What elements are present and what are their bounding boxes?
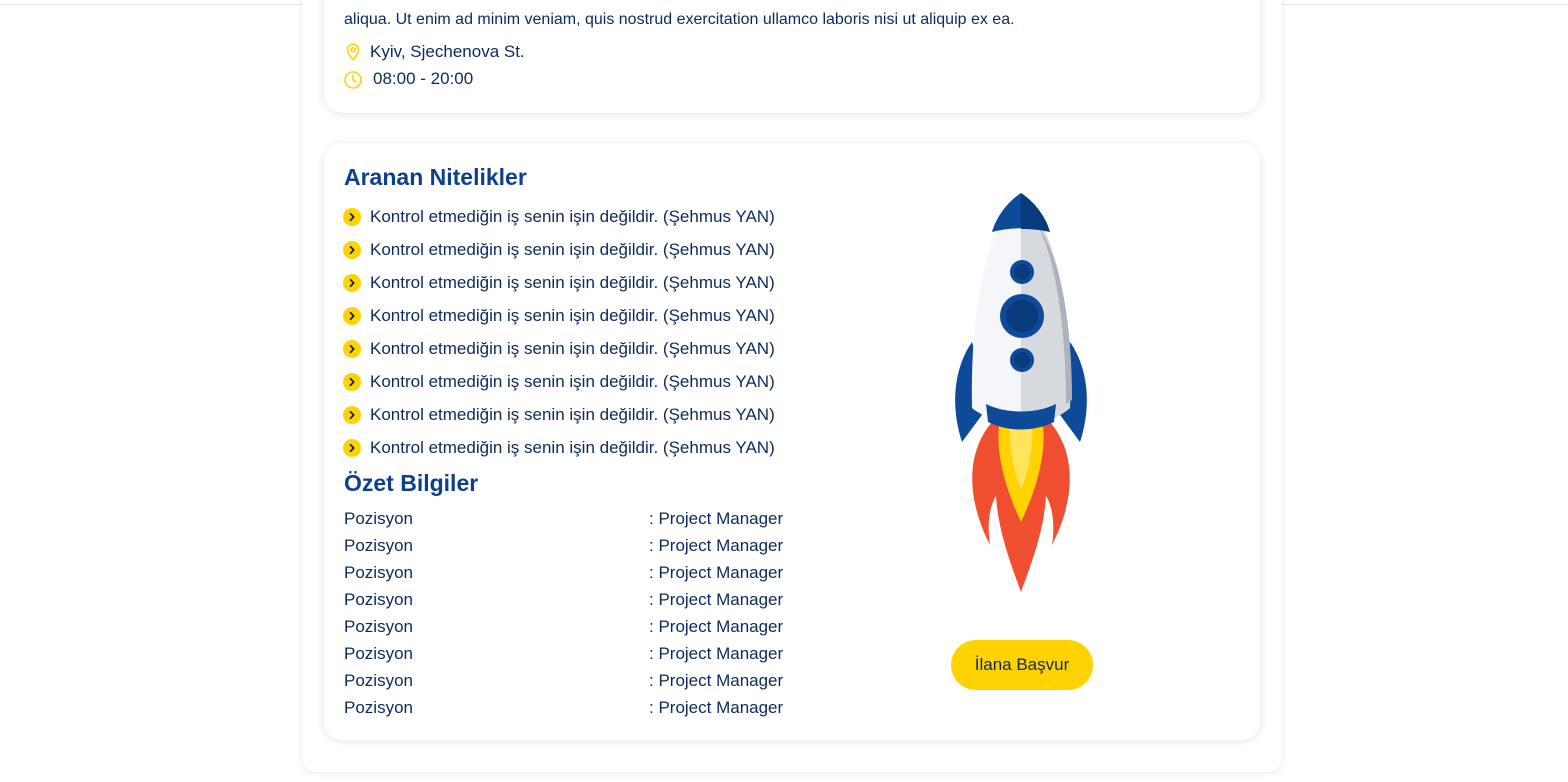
list-item: Kontrol etmediğin iş senin işin değildir…: [343, 398, 775, 431]
table-row: Pozisyon : Project Manager: [344, 613, 783, 640]
job-description: aliqua. Ut enim ad minim veniam, quis no…: [344, 11, 1015, 28]
chevron-right-circle-icon: [343, 273, 361, 292]
table-row: Pozisyon : Project Manager: [344, 505, 783, 532]
chevron-right-circle-icon: [343, 306, 361, 325]
qualification-text: Kontrol etmediğin iş senin işin değildir…: [370, 272, 775, 292]
summary-key: Pozisyon: [344, 508, 413, 528]
location-row: Kyiv, Sjechenova St.: [343, 42, 525, 62]
list-item: Kontrol etmediğin iş senin işin değildir…: [343, 200, 775, 233]
list-item: Kontrol etmediğin iş senin işin değildir…: [343, 299, 775, 332]
list-item: Kontrol etmediğin iş senin işin değildir…: [343, 266, 775, 299]
hours-text: 08:00 - 20:00: [373, 69, 474, 88]
summary-key: Pozisyon: [344, 535, 413, 555]
chevron-right-circle-icon: [343, 207, 361, 226]
table-row: Pozisyon : Project Manager: [344, 694, 783, 721]
qualification-text: Kontrol etmediğin iş senin işin değildir…: [370, 338, 775, 358]
chevron-right-circle-icon: [343, 339, 361, 358]
chevron-right-circle-icon: [343, 372, 361, 391]
qualification-text: Kontrol etmediğin iş senin işin değildir…: [370, 206, 775, 226]
summary-value: : Project Manager: [649, 643, 784, 663]
summary-title: Özet Bilgiler: [344, 470, 479, 496]
summary-key: Pozisyon: [344, 562, 413, 582]
list-item: Kontrol etmediğin iş senin işin değildir…: [343, 332, 775, 365]
map-pin-icon: [343, 42, 363, 62]
qualifications-list: Kontrol etmediğin iş senin işin değildir…: [343, 200, 775, 464]
table-row: Pozisyon : Project Manager: [344, 640, 783, 667]
apply-button[interactable]: İlana Başvur: [951, 640, 1093, 690]
table-row: Pozisyon : Project Manager: [344, 586, 783, 613]
table-row: Pozisyon : Project Manager: [344, 559, 783, 586]
rocket-illustration: [955, 193, 1087, 592]
summary-value: : Project Manager: [649, 616, 784, 636]
summary-key: Pozisyon: [344, 589, 413, 609]
summary-value: : Project Manager: [649, 562, 784, 582]
summary-key: Pozisyon: [344, 697, 413, 717]
qualifications-title: Aranan Nitelikler: [344, 164, 527, 190]
list-item: Kontrol etmediğin iş senin işin değildir…: [343, 365, 775, 398]
summary-key: Pozisyon: [344, 643, 413, 663]
qualification-text: Kontrol etmediğin iş senin işin değildir…: [370, 404, 775, 424]
summary-key: Pozisyon: [344, 670, 413, 690]
qualification-text: Kontrol etmediğin iş senin işin değildir…: [370, 239, 775, 259]
summary-value: : Project Manager: [649, 508, 784, 528]
hours-row: 08:00 - 20:00: [343, 69, 473, 89]
summary-table: Pozisyon : Project Manager Pozisyon : Proj…: [344, 505, 783, 721]
summary-key: Pozisyon: [344, 616, 413, 636]
summary-value: : Project Manager: [649, 535, 784, 555]
summary-value: : Project Manager: [649, 670, 784, 690]
qualification-text: Kontrol etmediğin iş senin işin değildir…: [370, 305, 775, 325]
chevron-right-circle-icon: [343, 240, 361, 259]
chevron-right-circle-icon: [343, 438, 361, 457]
chevron-right-circle-icon: [343, 405, 361, 424]
summary-value: : Project Manager: [649, 697, 784, 717]
table-row: Pozisyon : Project Manager: [344, 532, 783, 559]
qualification-text: Kontrol etmediğin iş senin işin değildir…: [370, 371, 775, 391]
summary-value: : Project Manager: [649, 589, 784, 609]
qualification-text: Kontrol etmediğin iş senin işin değildir…: [370, 437, 775, 457]
list-item: Kontrol etmediğin iş senin işin değildir…: [343, 233, 775, 266]
table-row: Pozisyon : Project Manager: [344, 667, 783, 694]
list-item: Kontrol etmediğin iş senin işin değildir…: [343, 431, 775, 464]
clock-icon: [343, 69, 363, 89]
location-text: Kyiv, Sjechenova St.: [370, 42, 525, 61]
